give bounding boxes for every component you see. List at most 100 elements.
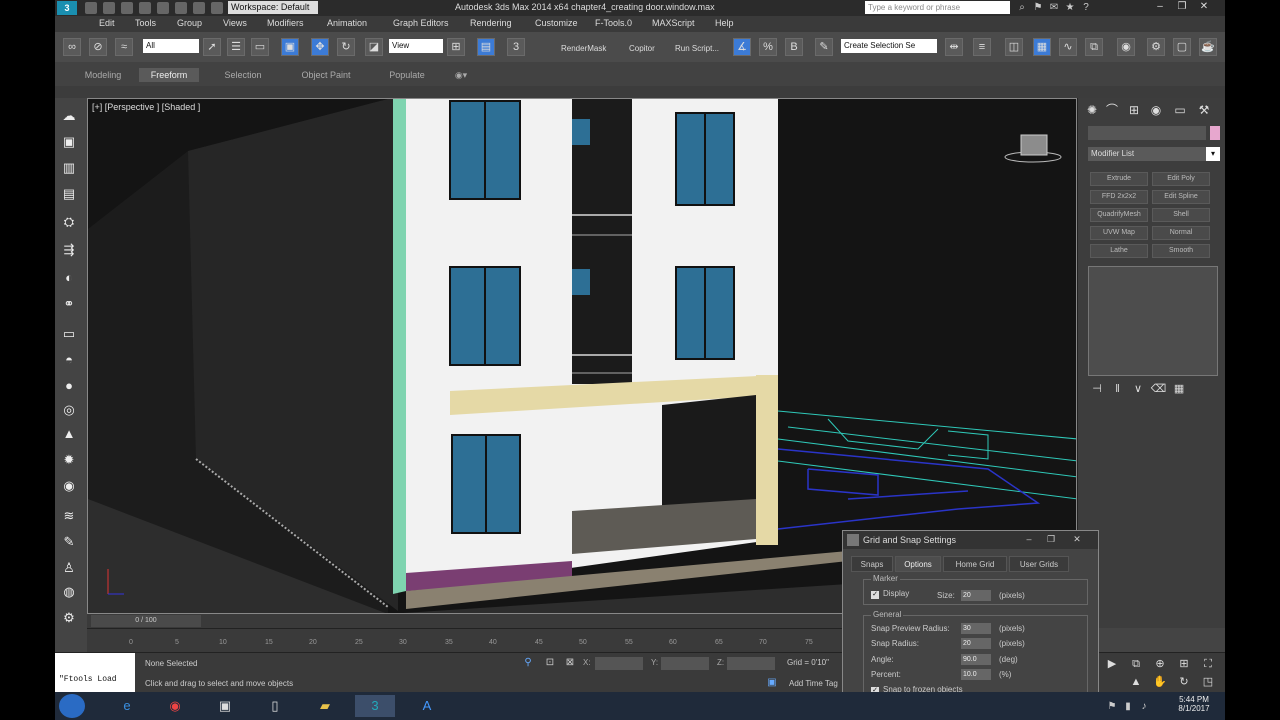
link-icon[interactable]: ∞ <box>63 38 81 56</box>
tab-selection[interactable]: Selection <box>213 68 273 82</box>
menu-animation[interactable]: Animation <box>327 18 367 28</box>
layer-manager-icon[interactable]: ◫ <box>1005 38 1023 56</box>
edit-named-selection-icon[interactable]: ✎ <box>815 38 833 56</box>
select-move-icon[interactable]: ✥ <box>311 38 329 56</box>
modifier-button-shell[interactable]: Shell <box>1152 208 1210 222</box>
globe-icon[interactable]: ◍ <box>61 584 77 600</box>
marker-size-spinner[interactable]: 20 <box>961 590 991 601</box>
modifier-button-smooth[interactable]: Smooth <box>1152 244 1210 258</box>
snaps-toggle-icon[interactable]: 3 <box>507 38 525 56</box>
tab-modeling[interactable]: Modeling <box>75 68 131 82</box>
time-tag-icon[interactable]: ▣ <box>767 677 777 688</box>
favorites-icon[interactable]: ★ <box>1065 2 1075 13</box>
modifier-button-ffd[interactable]: FFD 2x2x2 <box>1090 190 1148 204</box>
zoom-extents-all-icon[interactable]: ⊞ <box>1177 657 1191 671</box>
render-setup-icon[interactable]: ⚙ <box>1147 38 1165 56</box>
add-time-tag[interactable]: Add Time Tag <box>789 679 838 688</box>
notepad-icon[interactable]: ▯ <box>255 695 295 717</box>
tab-freeform[interactable]: Freeform <box>139 68 199 82</box>
render-production-icon[interactable]: ☕ <box>1199 38 1217 56</box>
ribbon-options-icon[interactable]: ◉▾ <box>451 68 471 82</box>
snap-radius-spinner[interactable]: 20 <box>961 638 991 649</box>
graphite-toggle-icon[interactable]: ▦ <box>1033 38 1051 56</box>
object-name-field[interactable] <box>1088 126 1206 140</box>
zoom-all-icon[interactable]: ⧉ <box>1129 657 1143 671</box>
menu-graph-editors[interactable]: Graph Editors <box>393 18 449 28</box>
settings-icon[interactable]: ⚙ <box>61 610 77 626</box>
target-icon[interactable]: ◉ <box>61 478 77 494</box>
mirror-icon[interactable]: ⇹ <box>945 38 963 56</box>
object-color-swatch[interactable] <box>1210 126 1220 140</box>
communication-icon[interactable]: ✉ <box>1049 2 1059 13</box>
start-button[interactable] <box>59 694 85 718</box>
select-object-icon[interactable]: ➚ <box>203 38 221 56</box>
sphere-icon[interactable]: ● <box>61 378 77 394</box>
play-icon[interactable]: ▶ <box>1105 657 1119 671</box>
angle-spinner[interactable]: 90.0 <box>961 654 991 665</box>
x-coord-field[interactable] <box>595 657 643 670</box>
stairs-icon[interactable]: ◐ <box>61 270 77 286</box>
teapot-icon[interactable]: ☁ <box>61 108 77 124</box>
3dsmax-task-icon[interactable]: 3 <box>355 695 395 717</box>
configure-sets-icon[interactable]: ▦ <box>1170 382 1188 396</box>
percent-snap-icon[interactable]: % <box>759 38 777 56</box>
project-folder-icon[interactable] <box>211 2 223 14</box>
y-coord-field[interactable] <box>661 657 709 670</box>
unlink-icon[interactable]: ⊘ <box>89 38 107 56</box>
shape-icon[interactable]: ⚭ <box>61 296 77 312</box>
schematic-view-icon[interactable]: ⧉ <box>1085 38 1103 56</box>
redo-icon[interactable] <box>157 2 169 14</box>
door-icon[interactable]: ⛭ <box>61 214 77 230</box>
menu-modifiers[interactable]: Modifiers <box>267 18 304 28</box>
utilities-tab-icon[interactable]: ⚒ <box>1196 102 1212 118</box>
menu-tools[interactable]: Tools <box>135 18 156 28</box>
explorer-folder-icon[interactable]: ▰ <box>305 695 345 717</box>
rectangle-icon[interactable]: ▭ <box>61 326 77 342</box>
display-checkbox[interactable]: ✓ Display <box>871 589 909 599</box>
pan-icon[interactable]: ✋ <box>1153 675 1167 689</box>
save-file-icon[interactable] <box>121 2 133 14</box>
pivot-center-icon[interactable]: ⊞ <box>447 38 465 56</box>
menu-maxscript[interactable]: MAXScript <box>652 18 695 28</box>
window-icon[interactable]: ⇶ <box>61 242 77 258</box>
selection-lock-icon[interactable]: ⚲ <box>523 657 533 668</box>
spinner-snap-icon[interactable]: B <box>785 38 803 56</box>
box-icon[interactable]: ▣ <box>61 134 77 150</box>
minimize-button[interactable]: – <box>1153 0 1167 14</box>
tab-options[interactable]: Options <box>895 556 941 572</box>
tab-snaps[interactable]: Snaps <box>851 556 893 572</box>
select-scale-icon[interactable]: ◪ <box>365 38 383 56</box>
bind-space-warp-icon[interactable]: ≈ <box>115 38 133 56</box>
motion-tab-icon[interactable]: ◉ <box>1148 102 1164 118</box>
sun-icon[interactable]: ✹ <box>61 452 77 468</box>
open-file-icon[interactable] <box>103 2 115 14</box>
plane-icon[interactable]: ▤ <box>61 186 77 202</box>
select-manipulate-icon[interactable]: ▤ <box>477 38 495 56</box>
modifier-stack[interactable] <box>1088 266 1218 376</box>
tray-flag-icon[interactable]: ⚑ <box>1107 701 1117 712</box>
close-button[interactable]: ✕ <box>1197 0 1211 14</box>
modifier-button-edit-spline[interactable]: Edit Spline <box>1152 190 1210 204</box>
snap-preview-spinner[interactable]: 30 <box>961 623 991 634</box>
rendered-frame-icon[interactable]: ▢ <box>1173 38 1191 56</box>
spline-icon[interactable]: ≋ <box>61 508 77 524</box>
modify-tab-icon[interactable]: ⌒ <box>1104 102 1120 118</box>
make-unique-icon[interactable]: ∨ <box>1129 382 1147 396</box>
computer-icon[interactable]: ▣ <box>205 695 245 717</box>
modifier-button-edit-poly[interactable]: Edit Poly <box>1152 172 1210 186</box>
modifier-button-quadrify[interactable]: QuadrifyMesh <box>1090 208 1148 222</box>
field-of-view-icon[interactable]: ▲ <box>1129 675 1143 689</box>
z-coord-field[interactable] <box>727 657 775 670</box>
maximize-viewport-icon[interactable]: ⛶ <box>1201 657 1215 671</box>
maximize-button[interactable]: ❐ <box>1175 0 1189 14</box>
menu-rendering[interactable]: Rendering <box>470 18 512 28</box>
binoculars-icon[interactable]: ⌕ <box>1017 2 1027 13</box>
dialog-maximize-button[interactable]: ❐ <box>1043 533 1059 546</box>
show-end-result-icon[interactable]: ‖ <box>1109 383 1127 397</box>
modifier-button-extrude[interactable]: Extrude <box>1090 172 1148 186</box>
modifier-button-normal[interactable]: Normal <box>1152 226 1210 240</box>
tab-user-grids[interactable]: User Grids <box>1009 556 1069 572</box>
menu-edit[interactable]: Edit <box>99 18 115 28</box>
display-tab-icon[interactable]: ▭ <box>1172 102 1188 118</box>
material-editor-icon[interactable]: ◉ <box>1117 38 1135 56</box>
